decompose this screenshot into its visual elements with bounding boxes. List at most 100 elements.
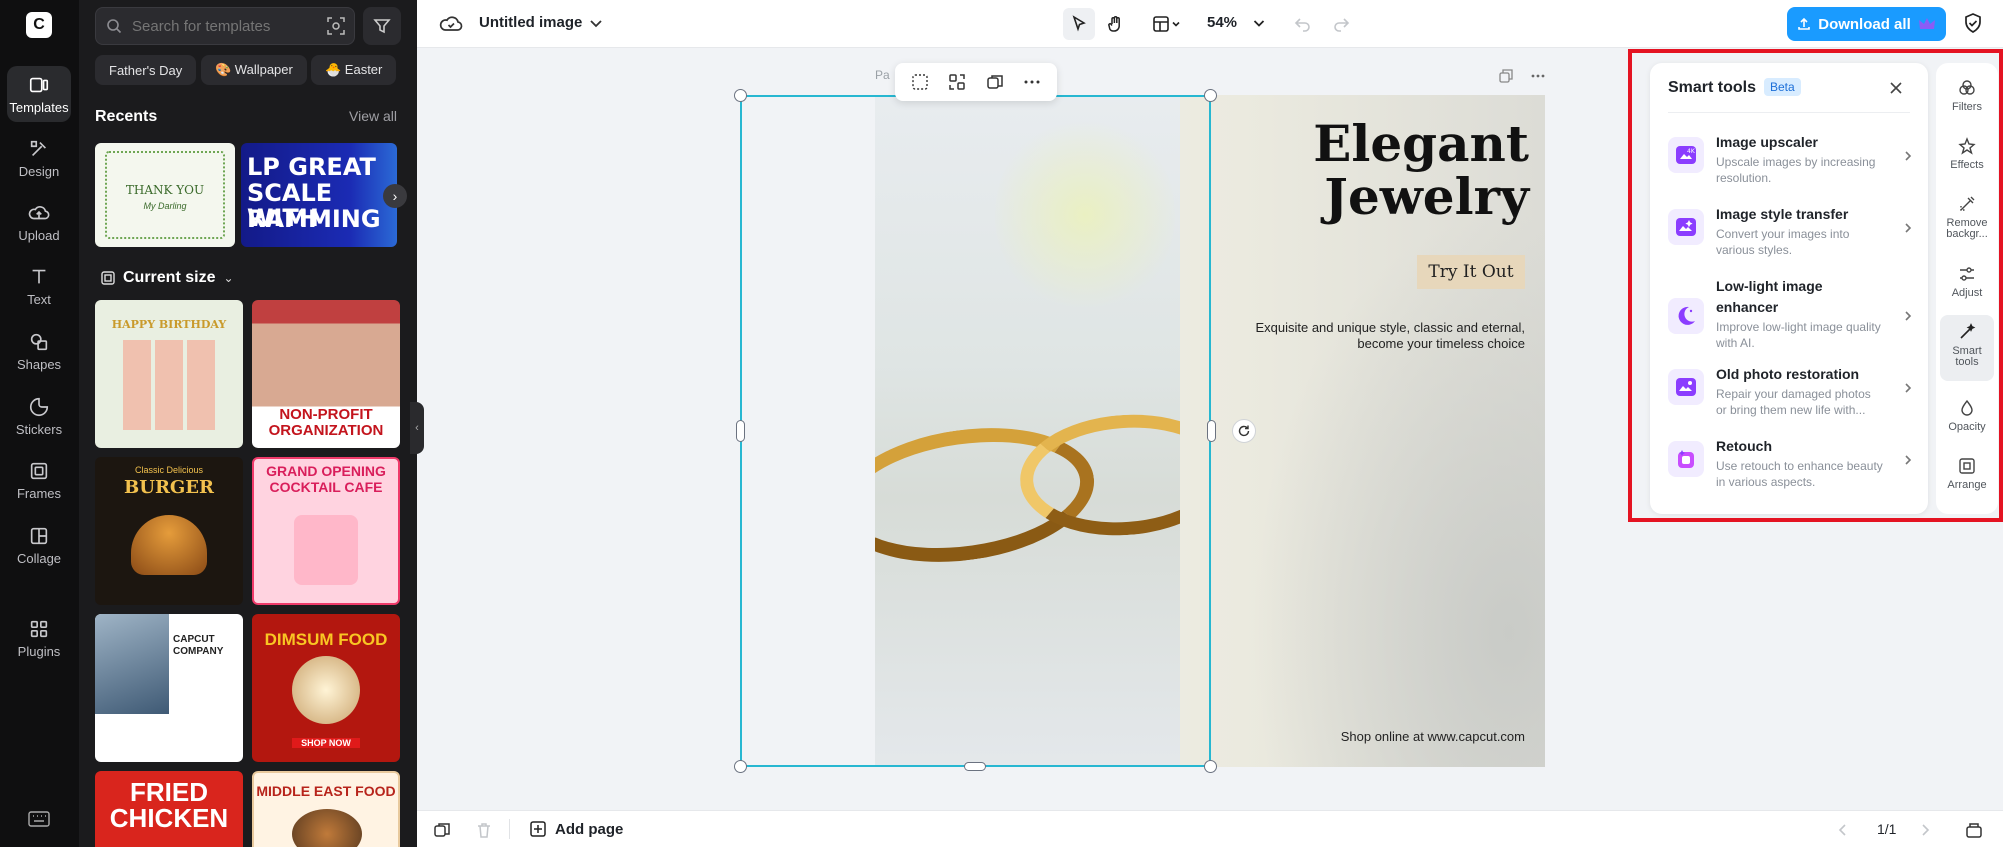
selection-frame[interactable] <box>740 95 1211 767</box>
upload-icon <box>28 205 50 219</box>
more-icon[interactable] <box>1023 73 1041 91</box>
rail-item-label: Text <box>27 291 51 307</box>
rotate-handle[interactable] <box>1232 419 1256 443</box>
layout-button[interactable] <box>1145 8 1189 40</box>
burger-image <box>131 515 207 575</box>
current-size-selector[interactable]: Current size ⌄ <box>101 269 234 287</box>
add-page-button[interactable]: Add page <box>529 820 623 838</box>
template-subtitle: ORGANIZATION <box>268 422 384 439</box>
rail-item-label: Design <box>18 163 60 179</box>
rail-item-upload[interactable]: Upload <box>7 194 71 250</box>
chip-wallpaper[interactable]: 🎨 Wallpaper <box>201 55 307 85</box>
recent-line: LP GREAT <box>247 153 376 181</box>
capcut-logo[interactable]: C <box>26 12 52 38</box>
trash-icon[interactable] <box>475 821 493 839</box>
carousel-next-button[interactable]: › <box>383 184 407 208</box>
shop-url[interactable]: Shop online at www.capcut.com <box>1341 729 1525 744</box>
template-title: DIMSUM FOOD <box>264 630 388 649</box>
rail-item-design[interactable]: Design <box>7 130 71 186</box>
top-bar: Untitled image 54% Download all <box>417 0 2003 48</box>
hand-tool-button[interactable] <box>1099 8 1131 40</box>
template-middle-east[interactable]: MIDDLE EAST FOOD <box>252 771 400 847</box>
download-all-button[interactable]: Download all <box>1787 7 1946 41</box>
cloud-sync-icon[interactable] <box>439 12 463 36</box>
rail-item-stickers[interactable]: Stickers <box>7 388 71 444</box>
tagline[interactable]: Exquisite and unique style, classic and … <box>1225 320 1525 352</box>
chevron-down-icon <box>1172 21 1180 27</box>
template-search[interactable] <box>95 7 355 45</box>
search-input[interactable] <box>132 17 302 35</box>
add-page-label: Add page <box>555 820 624 838</box>
resize-handle-bottom-right[interactable] <box>1204 760 1217 773</box>
dimsum-image <box>292 656 360 724</box>
recent-thank-you[interactable]: THANK YOU My Darling <box>95 143 235 247</box>
duplicate-page-icon[interactable] <box>433 821 451 839</box>
view-all-link[interactable]: View all <box>349 108 397 124</box>
highlight-box <box>1628 49 2003 522</box>
chevron-down-icon: ⌄ <box>223 271 234 285</box>
collage-icon <box>30 527 48 544</box>
template-title: FRIED <box>130 777 208 807</box>
template-nonprofit[interactable]: NON-PROFIT ORGANIZATION <box>252 300 400 448</box>
filter-icon <box>373 19 391 34</box>
resize-handle-top-left[interactable] <box>734 89 747 102</box>
template-company[interactable]: CAPCUT COMPANY <box>95 614 243 762</box>
resize-handle-left[interactable] <box>736 420 745 442</box>
resize-handle-bottom[interactable] <box>964 762 986 771</box>
template-dimsum[interactable]: DIMSUM FOOD SHOP NOW <box>252 614 400 762</box>
rail-item-text[interactable]: Text <box>7 258 71 314</box>
template-subtitle: CHICKEN <box>109 803 229 833</box>
template-burger[interactable]: Classic Delicious BURGER <box>95 457 243 605</box>
rail-item-shapes[interactable]: Shapes <box>7 323 71 379</box>
template-cocktail[interactable]: GRAND OPENING COCKTAIL CAFE <box>252 457 400 605</box>
select-tool-button[interactable] <box>1063 8 1095 40</box>
recent-programming[interactable]: LP GREAT SCALE WITH RAMMING <box>241 143 397 247</box>
template-fried-chicken[interactable]: FRIED CHICKEN <box>95 771 243 847</box>
chevron-down-icon[interactable] <box>587 14 605 32</box>
cursor-icon <box>1072 15 1086 32</box>
hand-icon <box>1108 16 1120 32</box>
headline[interactable]: Elegant Jewelry <box>1313 117 1529 223</box>
template-title: GRAND OPENING <box>266 463 386 479</box>
crop-icon[interactable] <box>948 73 966 91</box>
left-rail: C Templates Design Upload Text Shapes St… <box>0 0 79 847</box>
text-icon <box>32 269 46 283</box>
plugins-icon <box>30 620 48 637</box>
resize-handle-bottom-left[interactable] <box>734 760 747 773</box>
document-title[interactable]: Untitled image <box>479 14 582 31</box>
resize-handle-top-right[interactable] <box>1204 89 1217 102</box>
select-area-icon[interactable] <box>911 73 929 91</box>
filter-button[interactable] <box>363 7 401 45</box>
template-subtitle: COMPANY <box>173 646 224 657</box>
duplicate-icon[interactable] <box>986 73 1004 91</box>
chip-fathers-day[interactable]: Father's Day <box>95 55 197 85</box>
keyboard-shortcuts-icon[interactable] <box>28 811 50 827</box>
rail-item-plugins[interactable]: Plugins <box>7 610 71 666</box>
next-page-icon[interactable] <box>1917 822 1933 838</box>
chip-easter[interactable]: 🐣 Easter <box>311 55 397 85</box>
try-it-out-button[interactable]: Try It Out <box>1417 255 1525 289</box>
rail-item-collage[interactable]: Collage <box>7 517 71 573</box>
previous-page-icon[interactable] <box>1835 822 1851 838</box>
collapse-panel-handle[interactable]: ‹ <box>410 402 424 454</box>
resize-handle-right[interactable] <box>1207 420 1216 442</box>
recent-line: RAMMING <box>247 205 381 233</box>
template-birthday[interactable]: HAPPY BIRTHDAY <box>95 300 243 448</box>
building-image <box>95 614 169 714</box>
shapes-icon <box>30 333 48 350</box>
chevron-down-icon[interactable] <box>1251 15 1267 31</box>
zoom-level[interactable]: 54% <box>1207 14 1237 31</box>
image-search-icon[interactable] <box>326 16 346 36</box>
undo-icon[interactable] <box>1293 14 1313 34</box>
duplicate-page-icon[interactable] <box>1498 68 1514 84</box>
page-manager-icon[interactable] <box>1965 821 1983 839</box>
rail-item-label: Plugins <box>17 643 61 659</box>
more-icon[interactable] <box>1530 68 1546 84</box>
shield-check-icon[interactable] <box>1962 12 1984 34</box>
photo-grid <box>123 340 215 430</box>
redo-icon[interactable] <box>1331 14 1351 34</box>
bottom-bar: Add page 1/1 <box>417 810 2003 847</box>
layout-icon <box>1153 16 1169 32</box>
rail-item-frames[interactable]: Frames <box>7 452 71 508</box>
rail-item-templates[interactable]: Templates <box>7 66 71 122</box>
